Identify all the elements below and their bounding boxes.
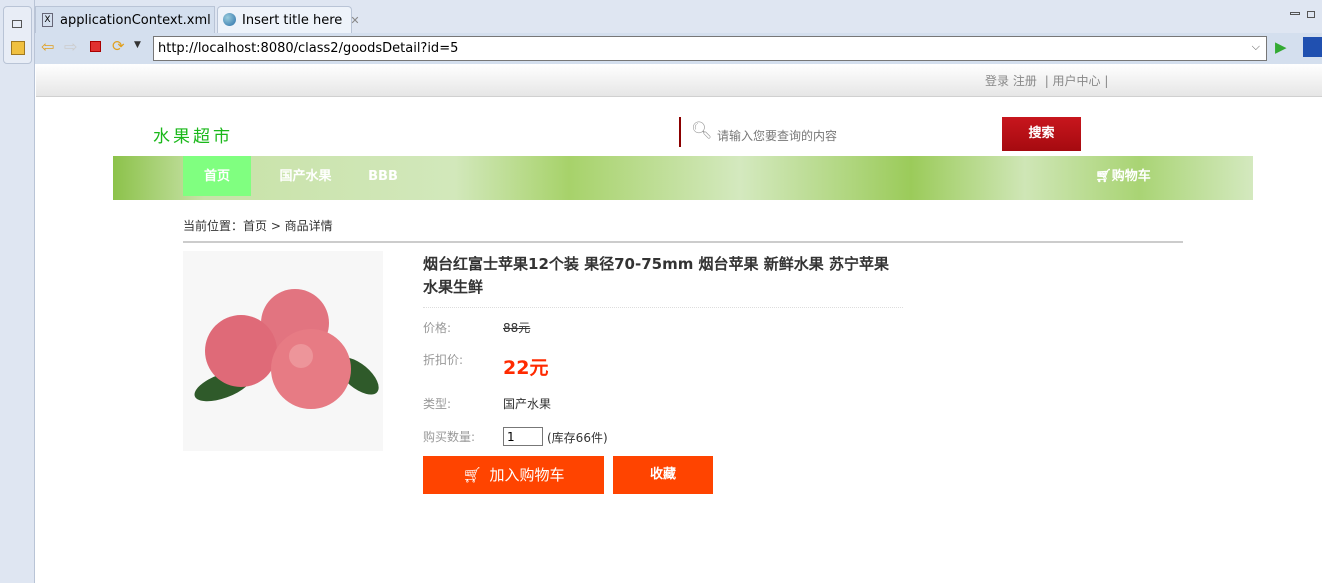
go-icon[interactable]: ▶ bbox=[1275, 38, 1287, 56]
login-link[interactable]: 登录 bbox=[985, 74, 1009, 88]
dotted-divider bbox=[423, 307, 903, 308]
search-input[interactable]: 🔍︎ 请输入您要查询的内容 bbox=[679, 117, 979, 147]
url-text: http://localhost:8080/class2/goodsDetail… bbox=[158, 41, 459, 56]
xml-file-icon: X bbox=[42, 13, 53, 27]
quantity-input[interactable] bbox=[503, 427, 543, 446]
close-icon[interactable]: ✕ bbox=[350, 14, 359, 27]
price-label: 价格: bbox=[423, 321, 452, 335]
quantity-label: 购买数量: bbox=[423, 430, 476, 444]
nav-bbb[interactable]: BBB bbox=[358, 156, 408, 196]
site-top-bar bbox=[36, 64, 1322, 97]
stock-text: (库存66件) bbox=[547, 431, 608, 445]
tab-label: applicationContext.xml bbox=[60, 13, 211, 28]
stop-icon[interactable] bbox=[90, 41, 101, 52]
restore-icon[interactable] bbox=[12, 20, 22, 28]
ide-trim-toolbar bbox=[3, 6, 32, 64]
user-center-link[interactable]: | 用户中心 | bbox=[1045, 74, 1109, 88]
discount-price: 22元 bbox=[503, 357, 549, 379]
tab-label: Insert title here bbox=[242, 13, 343, 28]
type-value: 国产水果 bbox=[503, 397, 552, 411]
search-placeholder: 请输入您要查询的内容 bbox=[717, 129, 838, 143]
editor-tab-bar: X applicationContext.xml Insert title he… bbox=[35, 0, 1322, 33]
package-explorer-icon[interactable] bbox=[11, 41, 25, 55]
cart-icon: 🛒︎ bbox=[1095, 169, 1112, 184]
add-to-cart-label: 加入购物车 bbox=[489, 466, 565, 484]
discount-label: 折扣价: bbox=[423, 353, 464, 367]
refresh-icon[interactable]: ⟳ bbox=[112, 37, 125, 55]
apple-image bbox=[194, 289, 379, 409]
search-icon: 🔍︎ bbox=[691, 121, 713, 141]
product-title: 烟台红富士苹果12个装 果径70-75mm 烟台苹果 新鲜水果 苏宁苹果 水果生… bbox=[423, 255, 889, 296]
favorite-button[interactable]: 收藏 bbox=[613, 456, 713, 494]
forward-icon[interactable]: ⇨ bbox=[64, 37, 77, 56]
original-price: 88元 bbox=[503, 321, 531, 335]
cart-label: 购物车 bbox=[1111, 169, 1151, 184]
main-nav: 首页 国产水果 BBB 🛒︎购物车 bbox=[113, 156, 1253, 200]
divider bbox=[183, 241, 1183, 243]
ide-left-trim bbox=[0, 0, 35, 583]
register-link[interactable]: 注册 bbox=[1013, 74, 1037, 88]
search-button[interactable]: 搜索 bbox=[1002, 117, 1081, 151]
tab-insert-title[interactable]: Insert title here ✕ bbox=[217, 6, 360, 33]
globe-icon bbox=[223, 13, 236, 26]
cart-icon: 🛒︎ bbox=[462, 466, 482, 484]
product-image bbox=[183, 251, 383, 451]
nav-home[interactable]: 首页 bbox=[183, 156, 251, 196]
dropdown-icon[interactable]: ▼ bbox=[134, 40, 141, 50]
tab-application-context[interactable]: X applicationContext.xml bbox=[35, 6, 215, 33]
url-input[interactable]: http://localhost:8080/class2/goodsDetail… bbox=[153, 36, 1267, 61]
top-links: 登录 注册 | 用户中心 | bbox=[985, 72, 1108, 89]
maximize-icon[interactable] bbox=[1307, 11, 1315, 18]
nav-domestic-fruit[interactable]: 国产水果 bbox=[263, 156, 348, 196]
breadcrumb: 当前位置：首页 > 商品详情 bbox=[183, 219, 333, 233]
chevron-down-icon[interactable]: ⌵ bbox=[1252, 40, 1260, 54]
site-logo[interactable]: 水果超市 bbox=[153, 122, 233, 147]
type-label: 类型: bbox=[423, 397, 452, 411]
add-to-cart-button[interactable]: 🛒︎ 加入购物车 bbox=[423, 456, 604, 494]
nav-cart[interactable]: 🛒︎购物车 bbox=[1088, 156, 1158, 196]
eclipse-icon bbox=[1303, 37, 1322, 57]
minimize-icon[interactable] bbox=[1290, 12, 1300, 15]
back-icon[interactable]: ⇦ bbox=[41, 37, 54, 56]
